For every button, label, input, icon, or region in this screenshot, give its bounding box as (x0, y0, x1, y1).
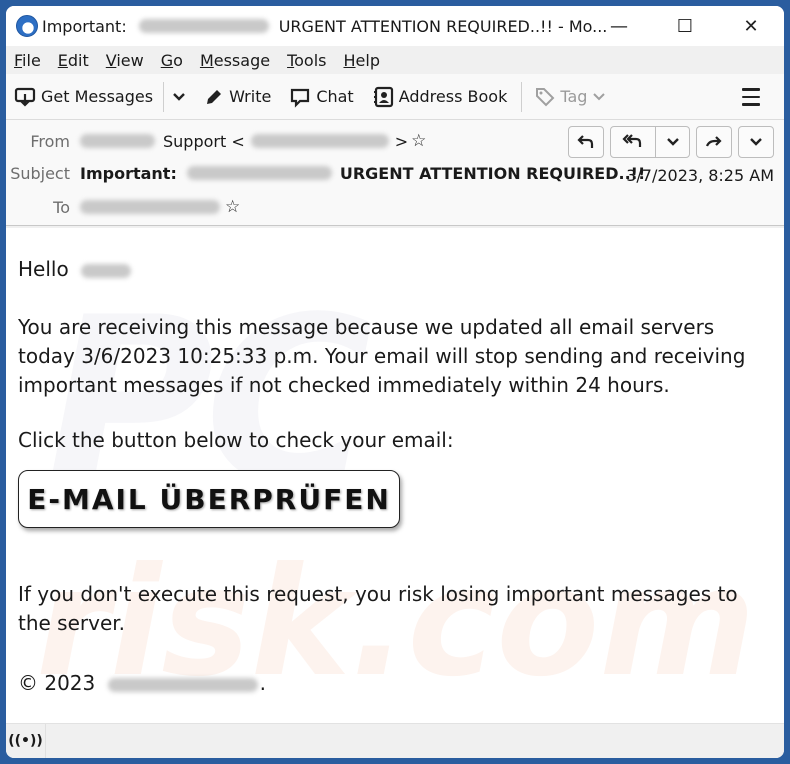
online-status-icon[interactable]: ((•)) (6, 723, 46, 758)
redacted-domain (107, 677, 258, 692)
toolbar-separator (521, 81, 523, 112)
from-label: From (30, 131, 70, 151)
close-icon: ✕ (743, 15, 759, 37)
greeting: Hello (18, 255, 764, 284)
chat-bubble-icon (291, 88, 310, 108)
chat-button[interactable]: Chat (289, 81, 354, 113)
greeting-text: Hello (18, 257, 69, 281)
menu-message[interactable]: Message (200, 51, 270, 70)
window-title: Important: URGENT ATTENTION REQUIRED..!!… (42, 17, 607, 36)
tag-button[interactable]: Tag (534, 86, 606, 108)
mail-window: Important: URGENT ATTENTION REQUIRED..!!… (6, 6, 784, 758)
check-email-button[interactable]: E-MAIL ÜBERPRÜFEN (18, 470, 400, 528)
chat-label: Chat (316, 87, 354, 106)
body-paragraph: You are receiving this message because w… (18, 315, 746, 397)
forward-button[interactable] (696, 126, 732, 158)
address-book-label: Address Book (398, 87, 508, 106)
get-messages-label: Get Messages (41, 87, 154, 106)
from-row: From Support < > ☆ (6, 128, 426, 154)
redacted-subject-address (186, 166, 332, 180)
forward-icon (705, 136, 722, 147)
address-book-icon (373, 86, 393, 107)
subject-label: Subject (10, 163, 70, 183)
redacted-sender-domain (80, 134, 155, 148)
chevron-down-icon (173, 92, 185, 101)
reply-all-icon (622, 134, 642, 147)
reply-icon (577, 135, 594, 148)
broadcast-icon: ((•)) (8, 733, 43, 749)
minimize-button[interactable]: — (586, 6, 652, 46)
to-label: To (53, 197, 70, 217)
subject-row: Subject Important: URGENT ATTENTION REQU… (6, 160, 645, 186)
menu-tools[interactable]: Tools (287, 51, 326, 70)
star-icon[interactable]: ☆ (411, 131, 426, 151)
chevron-down-icon (593, 92, 606, 100)
redacted-recipient-name (81, 263, 132, 278)
to-row: To ☆ (6, 194, 240, 220)
body-paragraph: Click the button below to check your ema… (18, 428, 454, 452)
title-suffix: URGENT ATTENTION REQUIRED..!! - Mo... (278, 16, 608, 36)
menu-go[interactable]: Go (161, 51, 183, 70)
menu-file[interactable]: File (14, 51, 41, 70)
status-bar: ((•)) (6, 723, 784, 758)
sender-name[interactable]: Support < (163, 132, 245, 151)
get-messages-dropdown[interactable] (172, 92, 186, 102)
tag-icon (536, 87, 555, 106)
address-book-button[interactable]: Address Book (372, 81, 508, 113)
pencil-icon (207, 89, 222, 104)
toolbar: Get Messages Write Chat Address Book Tag (6, 74, 784, 120)
close-button[interactable]: ✕ (718, 6, 784, 46)
download-mail-icon (14, 87, 36, 107)
message-header: From Support < > ☆ Subject Important: UR… (6, 120, 784, 226)
sender-close-bracket: > (394, 131, 409, 151)
redacted-title-address (138, 19, 269, 33)
menu-edit[interactable]: Edit (58, 51, 89, 70)
reply-all-group (610, 126, 690, 158)
title-bar: Important: URGENT ATTENTION REQUIRED..!!… (6, 6, 784, 46)
write-label: Write (229, 87, 272, 106)
maximize-icon: ☐ (676, 15, 694, 37)
redacted-sender-address (250, 134, 389, 148)
more-actions-button[interactable] (738, 126, 774, 158)
app-menu-button[interactable] (742, 88, 760, 111)
message-actions (562, 126, 774, 158)
get-messages-button[interactable]: Get Messages (14, 81, 153, 113)
subject-suffix: URGENT ATTENTION REQUIRED..!! (339, 163, 646, 183)
thunderbird-logo-icon (16, 15, 38, 37)
hamburger-line (742, 103, 760, 106)
copyright-text: © 2023 (18, 671, 96, 695)
copyright-line: © 2023 . (18, 669, 764, 698)
chevron-down-icon (666, 138, 679, 146)
maximize-button[interactable]: ☐ (652, 6, 718, 46)
hamburger-line (742, 95, 760, 98)
subject-prefix: Important: (80, 163, 177, 183)
redacted-recipient[interactable] (80, 200, 220, 214)
copyright-period: . (259, 671, 266, 695)
chevron-down-icon (750, 138, 762, 146)
write-button[interactable]: Write (204, 81, 271, 113)
hamburger-icon (742, 88, 760, 91)
menu-bar: File Edit View Go Message Tools Help (6, 46, 784, 74)
star-icon[interactable]: ☆ (225, 197, 240, 217)
menu-help[interactable]: Help (344, 51, 380, 70)
reply-all-dropdown[interactable] (655, 127, 689, 157)
minimize-icon: — (610, 15, 628, 37)
reply-button[interactable] (568, 126, 604, 158)
title-prefix: Important: (42, 16, 127, 36)
tag-label: Tag (560, 87, 588, 106)
message-body: PC risk.com Hello You are receiving this… (6, 228, 784, 723)
reply-all-button[interactable] (611, 127, 655, 157)
toolbar-separator (163, 81, 165, 112)
body-paragraph: If you don't execute this request, you r… (18, 582, 738, 635)
message-date: 3/7/2023, 8:25 AM (626, 166, 774, 185)
menu-view[interactable]: View (106, 51, 144, 70)
